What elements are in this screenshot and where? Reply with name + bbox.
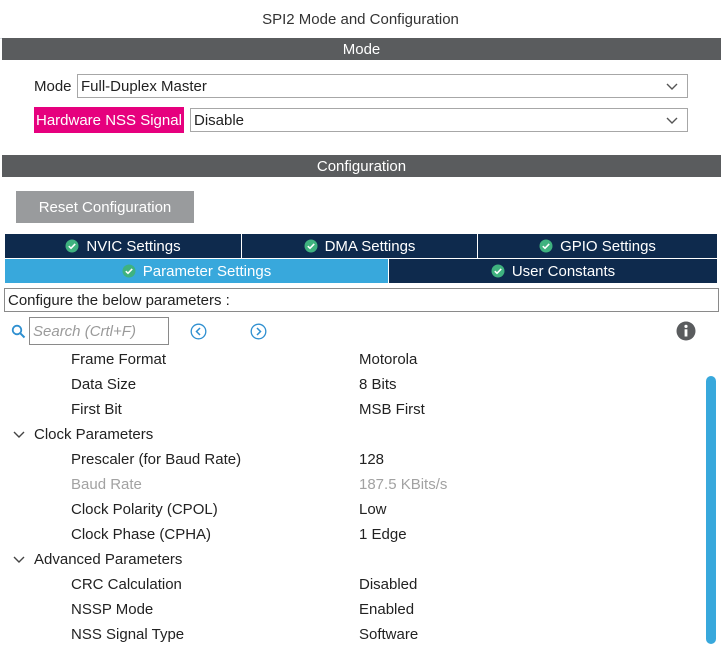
group-name: Advanced Parameters xyxy=(34,551,183,568)
search-input[interactable] xyxy=(29,317,169,345)
param-name: Prescaler (for Baud Rate) xyxy=(71,451,242,468)
tab-nvic-settings[interactable]: NVIC Settings xyxy=(5,234,242,258)
param-row-crc-calculation[interactable]: CRC Calculation Disabled xyxy=(0,572,700,597)
param-name: CRC Calculation xyxy=(71,576,182,593)
chevron-down-icon[interactable] xyxy=(13,555,25,564)
param-value: Software xyxy=(359,626,419,643)
param-row-data-size[interactable]: Data Size 8 Bits xyxy=(0,372,700,397)
tab-label: GPIO Settings xyxy=(560,237,656,255)
nss-select-value: Disable xyxy=(194,111,245,129)
parameter-list: Frame Format Motorola Data Size 8 Bits F… xyxy=(0,347,704,656)
param-value: 1 Edge xyxy=(359,526,407,543)
next-icon[interactable] xyxy=(250,323,267,340)
tab-user-constants[interactable]: User Constants xyxy=(389,259,717,283)
check-circle-icon xyxy=(65,239,79,253)
chevron-down-icon xyxy=(666,117,678,124)
param-value: 8 Bits xyxy=(359,376,397,393)
group-advanced-parameters[interactable]: Advanced Parameters xyxy=(0,547,700,572)
check-circle-icon xyxy=(304,239,318,253)
param-row-first-bit[interactable]: First Bit MSB First xyxy=(0,397,700,422)
tab-dma-settings[interactable]: DMA Settings xyxy=(242,234,478,258)
param-row-cpha[interactable]: Clock Phase (CPHA) 1 Edge xyxy=(0,522,700,547)
tab-label: NVIC Settings xyxy=(86,237,181,255)
mode-row: Mode xyxy=(34,73,74,99)
param-name: Clock Phase (CPHA) xyxy=(71,526,212,543)
param-name: NSS Signal Type xyxy=(71,626,185,643)
nss-select[interactable]: Disable xyxy=(190,108,688,132)
check-circle-icon xyxy=(122,264,136,278)
parameter-toolbar xyxy=(0,317,721,347)
tab-label: User Constants xyxy=(511,262,616,280)
scrollbar-thumb[interactable] xyxy=(706,376,716,644)
tab-gpio-settings[interactable]: GPIO Settings xyxy=(478,234,717,258)
info-icon[interactable] xyxy=(676,321,696,341)
check-circle-icon xyxy=(491,264,505,278)
nss-row: Hardware NSS Signal xyxy=(34,107,184,133)
param-value: Motorola xyxy=(359,351,418,368)
param-name: Data Size xyxy=(71,376,137,393)
param-value: 128 xyxy=(359,451,385,468)
param-value: Disabled xyxy=(359,576,418,593)
param-value: Low xyxy=(359,501,387,518)
tab-label: Parameter Settings xyxy=(142,262,272,280)
param-value: 187.5 KBits/s xyxy=(359,476,448,493)
group-clock-parameters[interactable]: Clock Parameters xyxy=(0,422,700,447)
param-row-baud-rate: Baud Rate 187.5 KBits/s xyxy=(0,472,700,497)
param-name: Frame Format xyxy=(71,351,167,368)
prev-icon[interactable] xyxy=(190,323,207,340)
param-value: MSB First xyxy=(359,401,425,418)
spi2-config-window: SPI2 Mode and Configuration Mode Mode Fu… xyxy=(0,0,721,656)
param-row-nss-signal-type[interactable]: NSS Signal Type Software xyxy=(0,622,700,647)
tab-label: DMA Settings xyxy=(324,237,416,255)
chevron-down-icon xyxy=(666,83,678,90)
param-name: First Bit xyxy=(71,401,122,418)
param-name: NSSP Mode xyxy=(71,601,154,618)
group-name: Clock Parameters xyxy=(34,426,154,443)
param-row-cpol[interactable]: Clock Polarity (CPOL) Low xyxy=(0,497,700,522)
nss-label: Hardware NSS Signal xyxy=(34,107,184,133)
mode-section-header: Mode xyxy=(2,38,721,60)
param-row-prescaler[interactable]: Prescaler (for Baud Rate) 128 xyxy=(0,447,700,472)
search-icon xyxy=(11,324,26,339)
tab-parameter-settings[interactable]: Parameter Settings xyxy=(5,259,389,283)
mode-label: Mode xyxy=(34,77,72,95)
param-name: Baud Rate xyxy=(71,476,142,493)
panel-caption: Configure the below parameters : xyxy=(4,288,719,312)
check-circle-icon xyxy=(539,239,553,253)
reset-configuration-button[interactable]: Reset Configuration xyxy=(16,191,194,223)
param-row-frame-format[interactable]: Frame Format Motorola xyxy=(0,347,700,372)
configuration-section-header: Configuration xyxy=(2,155,721,177)
window-title: SPI2 Mode and Configuration xyxy=(0,0,721,39)
mode-select-value: Full-Duplex Master xyxy=(81,77,207,95)
chevron-down-icon[interactable] xyxy=(13,430,25,439)
param-row-nssp-mode[interactable]: NSSP Mode Enabled xyxy=(0,597,700,622)
mode-select[interactable]: Full-Duplex Master xyxy=(77,74,688,98)
param-value: Enabled xyxy=(359,601,415,618)
param-name: Clock Polarity (CPOL) xyxy=(71,501,218,518)
